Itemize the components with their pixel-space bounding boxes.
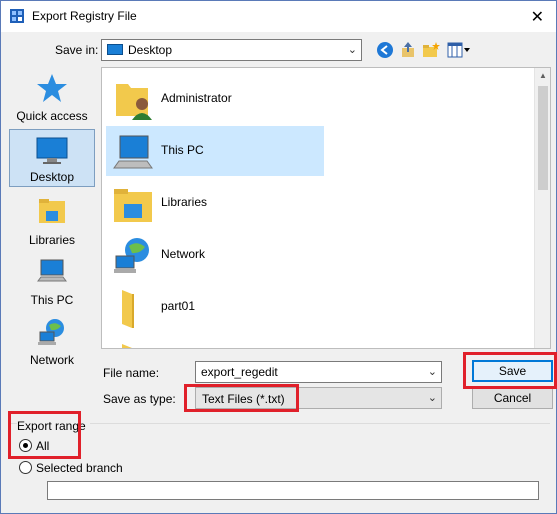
file-name-label: File name: [103, 366, 160, 380]
save-in-value: Desktop [128, 43, 173, 57]
list-item[interactable]: This PC [106, 126, 324, 176]
user-folder-icon [116, 84, 152, 120]
chevron-down-icon: ⌄ [427, 392, 437, 404]
desktop-icon [36, 137, 68, 164]
list-item[interactable]: Administrator [106, 74, 324, 124]
title-bar: Export Registry File ✕ [1, 1, 556, 32]
network-icon [38, 319, 64, 345]
places-bar: Quick access Desktop Libraries This PC N… [9, 67, 95, 407]
scrollbar-thumb[interactable] [538, 86, 548, 190]
up-folder-icon[interactable] [399, 41, 417, 59]
computer-icon [37, 259, 67, 282]
scroll-up-icon[interactable]: ▲ [539, 71, 547, 80]
save-as-type-dropdown[interactable]: Text Files (*.txt) ⌄ [195, 387, 442, 409]
export-range-title: Export range [17, 419, 90, 433]
view-menu-icon[interactable] [447, 41, 471, 59]
libraries-icon [114, 189, 152, 222]
place-libraries[interactable]: Libraries [9, 191, 95, 249]
place-desktop[interactable]: Desktop [9, 129, 95, 187]
close-icon[interactable]: ✕ [531, 7, 544, 27]
chevron-down-icon[interactable]: ⌄ [428, 365, 437, 378]
chevron-down-icon: ⌄ [347, 44, 357, 56]
vertical-scrollbar[interactable]: ▲ [534, 68, 550, 348]
back-arrow-icon[interactable] [376, 41, 394, 59]
export-registry-dialog: Export Registry File ✕ Save in: Desktop … [0, 0, 557, 514]
save-in-dropdown[interactable]: Desktop ⌄ [101, 39, 362, 61]
all-radio-label: All [36, 439, 50, 453]
save-as-type-value: Text Files (*.txt) [202, 392, 285, 406]
list-item[interactable] [106, 334, 324, 348]
save-button[interactable]: Save [472, 360, 553, 382]
new-folder-icon[interactable] [422, 41, 440, 59]
libraries-icon [39, 199, 65, 223]
selected-branch-input[interactable] [47, 481, 539, 500]
list-item[interactable]: Libraries [106, 178, 324, 228]
desktop-icon [107, 44, 123, 55]
place-network[interactable]: Network [9, 311, 95, 369]
folder-icon [122, 344, 132, 348]
save-as-type-label: Save as type: [103, 392, 176, 406]
file-list[interactable]: Administrator This PC Libraries Network … [101, 67, 551, 349]
window-title: Export Registry File [32, 9, 137, 23]
list-item[interactable]: Network [106, 230, 324, 280]
cancel-button[interactable]: Cancel [472, 387, 553, 409]
save-in-label: Save in: [55, 43, 99, 57]
file-name-value: export_regedit [201, 365, 278, 379]
computer-icon [113, 135, 153, 169]
place-this-pc[interactable]: This PC [9, 251, 95, 309]
list-item[interactable]: part01 [106, 282, 324, 332]
folder-icon [122, 290, 134, 328]
selected-branch-label: Selected branch [36, 461, 123, 475]
file-name-input[interactable]: export_regedit ⌄ [195, 361, 442, 383]
registry-editor-icon [10, 9, 24, 23]
place-quick-access[interactable]: Quick access [9, 67, 95, 125]
star-icon [37, 74, 67, 102]
network-icon [114, 238, 149, 273]
all-radio[interactable] [19, 439, 32, 452]
selected-branch-radio[interactable] [19, 461, 32, 474]
